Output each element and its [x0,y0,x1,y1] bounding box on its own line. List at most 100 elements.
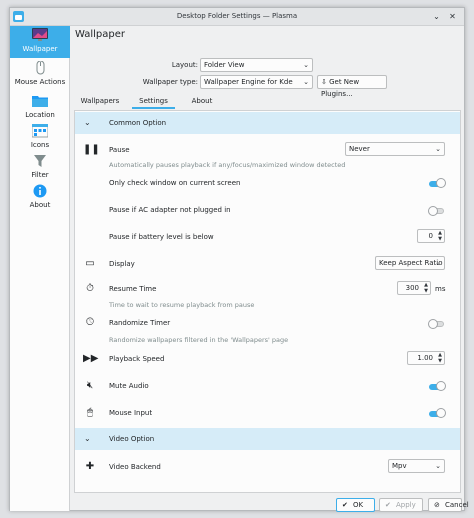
scrollbar[interactable] [458,110,463,493]
main-content: Wallpaper Layout: Folder View ⌄ Wallpape… [71,26,469,512]
only-check-toggle[interactable] [429,178,446,188]
sidebar-item-label: About [29,201,51,209]
common-option-label: Common Option [109,119,167,127]
download-icon: ⇩ [321,78,327,86]
spin-arrows-icon[interactable]: ▲ ▼ [438,230,442,242]
sidebar-item-icons[interactable]: Icons [10,122,70,154]
chevron-down-icon: ⌄ [435,462,441,470]
wallpaper-type-combo[interactable]: Wallpaper Engine for Kde ⌄ [200,75,313,89]
sidebar-item-label: Location [25,111,55,119]
common-option-section[interactable]: ⌄ Common Option [75,112,460,134]
icons-grid-icon [32,124,48,138]
ok-label: OK [353,501,364,509]
mouse-input-label: Mouse Input [109,409,153,417]
sidebar-item-mouse-actions[interactable]: Mouse Actions [10,59,70,91]
pause-label: Pause [109,146,130,154]
spin-arrows-icon[interactable]: ▲ ▼ [438,352,442,364]
chevron-down-icon: ⌄ [435,145,441,153]
cancel-button[interactable]: ⊘ Cancel [428,498,469,512]
sidebar-item-location[interactable]: Location [10,92,70,124]
pause-battery-spinbox[interactable]: 0 ▲ ▼ [417,229,445,243]
mouse-input-toggle[interactable] [429,408,446,418]
chevron-down-icon[interactable]: ⌄ [431,11,442,22]
toggle-knob [428,319,438,329]
timer-icon: ⏱ [86,283,94,294]
resume-time-spinbox[interactable]: 300 ▲ ▼ [397,281,431,295]
apply-button[interactable]: ✔ Apply [379,498,423,512]
layout-combo[interactable]: Folder View ⌄ [200,58,313,72]
layout-label: Layout: [171,61,198,69]
pause-hint: Automatically pauses playback if any/foc… [109,161,346,169]
playback-speed-value: 1.00 [417,354,433,362]
video-backend-label: Video Backend [109,463,161,471]
mute-audio-toggle[interactable] [429,381,446,391]
pause-combo[interactable]: Never ⌄ [345,142,445,156]
sidebar-item-label: Filter [31,171,49,179]
video-option-label: Video Option [109,435,155,443]
randomize-hint: Randomize wallpapers filtered in the 'Wa… [109,336,289,344]
pause-icon: ❚❚ [83,144,100,155]
sidebar-item-label: Wallpaper [22,45,58,53]
ok-button[interactable]: ✔ OK [336,498,375,512]
toggle-knob [436,178,446,188]
get-new-plugins-button[interactable]: ⇩ Get New Plugins... [317,75,387,98]
pause-value: Never [349,145,370,153]
layout-value: Folder View [204,61,245,69]
filter-icon [34,155,46,167]
display-value: Keep Aspect Ratio [379,259,443,267]
sidebar-item-wallpaper[interactable]: Wallpaper [10,26,70,58]
display-icon: ▭ [85,258,95,269]
mute-audio-label: Mute Audio [109,382,149,390]
mouse-input-icon: 🖱︎ [87,407,93,418]
toggle-knob [428,206,438,216]
titlebar: Desktop Folder Settings — Plasma ⌄ ✕ [10,8,464,26]
sidebar-item-label: Mouse Actions [14,78,66,86]
video-option-section[interactable]: ⌄ Video Option [75,428,460,450]
cancel-icon: ⊘ [434,501,440,509]
sidebar: Wallpaper Mouse Actions Location Icons F… [10,26,70,511]
cancel-label: Cancel [445,501,469,509]
fast-forward-icon: ▶▶ [83,353,99,364]
spin-arrows-icon[interactable]: ▲ ▼ [424,282,428,294]
chevron-down-icon: ⌄ [84,434,91,443]
resume-time-unit: ms [435,285,446,293]
folder-icon [32,96,48,107]
pause-ac-label: Pause if AC adapter not plugged in [109,206,231,214]
puzzle-icon: ✚ [85,461,95,472]
page-title: Wallpaper [75,29,126,40]
wallpaper-type-label: Wallpaper type: [142,78,198,86]
check-icon: ✔ [342,501,348,509]
sidebar-item-about[interactable]: About [10,182,70,214]
pause-ac-toggle[interactable] [428,206,444,216]
settings-panel: ⌄ Common Option ❚❚ Pause Never ⌄ Automat… [74,110,461,493]
randomize-timer-toggle[interactable] [428,319,444,329]
tab-about[interactable]: About [185,96,219,109]
toggle-knob [436,381,446,391]
settings-window: Desktop Folder Settings — Plasma ⌄ ✕ Wal… [9,7,469,512]
display-label: Display [109,260,135,268]
resume-time-value: 300 [405,284,419,292]
playback-speed-spinbox[interactable]: 1.00 ▲ ▼ [407,351,445,365]
pause-battery-value: 0 [428,232,433,240]
resume-hint: Time to wait to resume playback from pau… [109,301,255,309]
wallpaper-icon [32,28,48,41]
chevron-down-icon: ⌄ [303,61,309,69]
close-icon[interactable]: ✕ [447,11,458,22]
clock-icon: 🕓︎ [86,317,94,328]
display-combo[interactable]: Keep Aspect Ratio ⌄ [375,256,445,270]
chevron-down-icon: ⌄ [84,118,91,127]
sidebar-item-label: Icons [30,141,50,149]
tab-wallpapers[interactable]: Wallpapers [78,96,122,109]
wallpaper-type-value: Wallpaper Engine for Kde [204,78,293,86]
resume-time-label: Resume Time [109,285,157,293]
mute-icon: 🔇︎ [86,380,94,391]
sidebar-item-filter[interactable]: Filter [10,152,70,184]
tab-settings[interactable]: Settings [132,96,175,109]
only-check-label: Only check window on current screen [109,179,241,187]
get-new-plugins-label: Get New Plugins... [321,78,360,98]
apply-label: Apply [396,501,416,509]
pause-battery-label: Pause if battery level is below [109,233,214,241]
video-backend-combo[interactable]: Mpv ⌄ [388,459,445,473]
tab-bar: Wallpapers Settings About [74,96,461,109]
playback-speed-label: Playback Speed [109,355,165,363]
